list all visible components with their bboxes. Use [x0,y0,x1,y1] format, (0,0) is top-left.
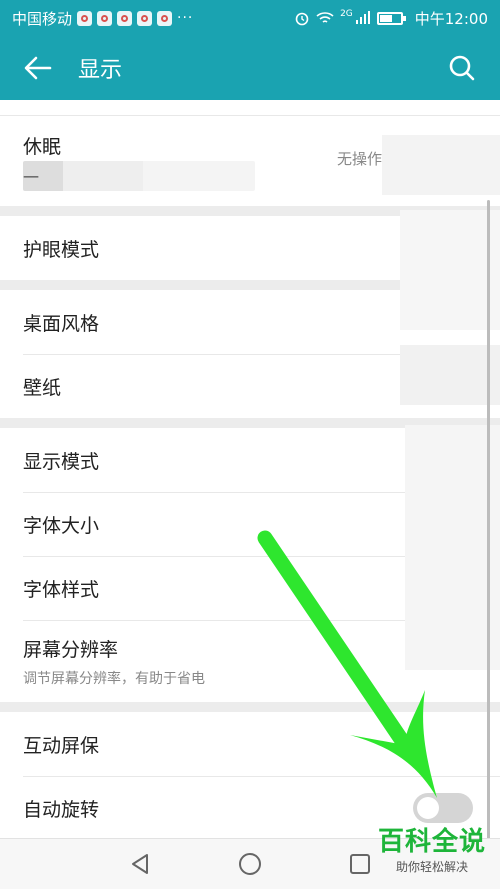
signal-icon [355,11,370,24]
blurred-region [400,210,500,330]
notification-icon [117,10,133,26]
network-type-label: 2G [340,9,353,19]
annotation-arrow-icon [257,530,437,798]
square-recents-icon [350,854,370,874]
setting-desktop-style-label: 桌面风格 [23,312,100,335]
notification-icon [137,10,153,26]
setting-sleep-subtitle: 一 [23,160,255,191]
nav-recents-button[interactable] [345,849,375,879]
setting-sleep-value: 无操作 [336,150,382,168]
setting-eye-comfort-label: 护眼模式 [23,238,100,261]
setting-wallpaper-label: 壁纸 [23,376,62,399]
app-bar: 显示 [0,36,500,100]
watermark-slogan: 助你轻松解决 [395,860,468,874]
arrow-left-icon [24,56,52,80]
triangle-back-icon [132,854,148,874]
notification-icon [77,10,93,26]
setting-sleep-label: 休眠 [23,135,62,158]
setting-font-style-label: 字体样式 [23,578,100,601]
setting-interactive-screensaver-label: 互动屏保 [23,734,100,757]
setting-display-mode-label: 显示模式 [23,450,100,473]
status-bar: 中国移动 ··· 2G 中午12:00 [0,0,500,36]
nav-home-button[interactable] [235,849,265,879]
search-icon [449,55,475,81]
notification-icon [157,10,173,26]
watermark-brand: 百科全说 [377,827,486,857]
notification-icon [97,10,113,26]
circle-home-icon [239,853,261,875]
back-button[interactable] [18,48,58,88]
setting-auto-rotate-label: 自动旋转 [23,798,100,821]
carrier-label: 中国移动 [12,9,73,28]
more-notifications-icon: ··· [177,10,194,26]
search-button[interactable] [442,48,482,88]
battery-icon [376,11,406,25]
scrollbar[interactable] [487,200,490,840]
alarm-icon [295,12,309,26]
blurred-region [382,135,500,195]
page-title: 显示 [78,58,123,83]
nav-back-button[interactable] [125,849,155,879]
blurred-region [400,345,500,405]
setting-screen-resolution-label: 屏幕分辨率 [23,638,119,661]
wifi-icon [316,12,334,23]
divider [0,100,500,116]
clock-label: 中午12:00 [414,9,488,28]
watermark-logo: 百科全说 助你轻松解决 [378,821,486,875]
setting-screen-resolution-subtitle: 调节屏幕分辨率，有助于省电 [23,670,205,687]
setting-font-size-label: 字体大小 [23,514,100,537]
